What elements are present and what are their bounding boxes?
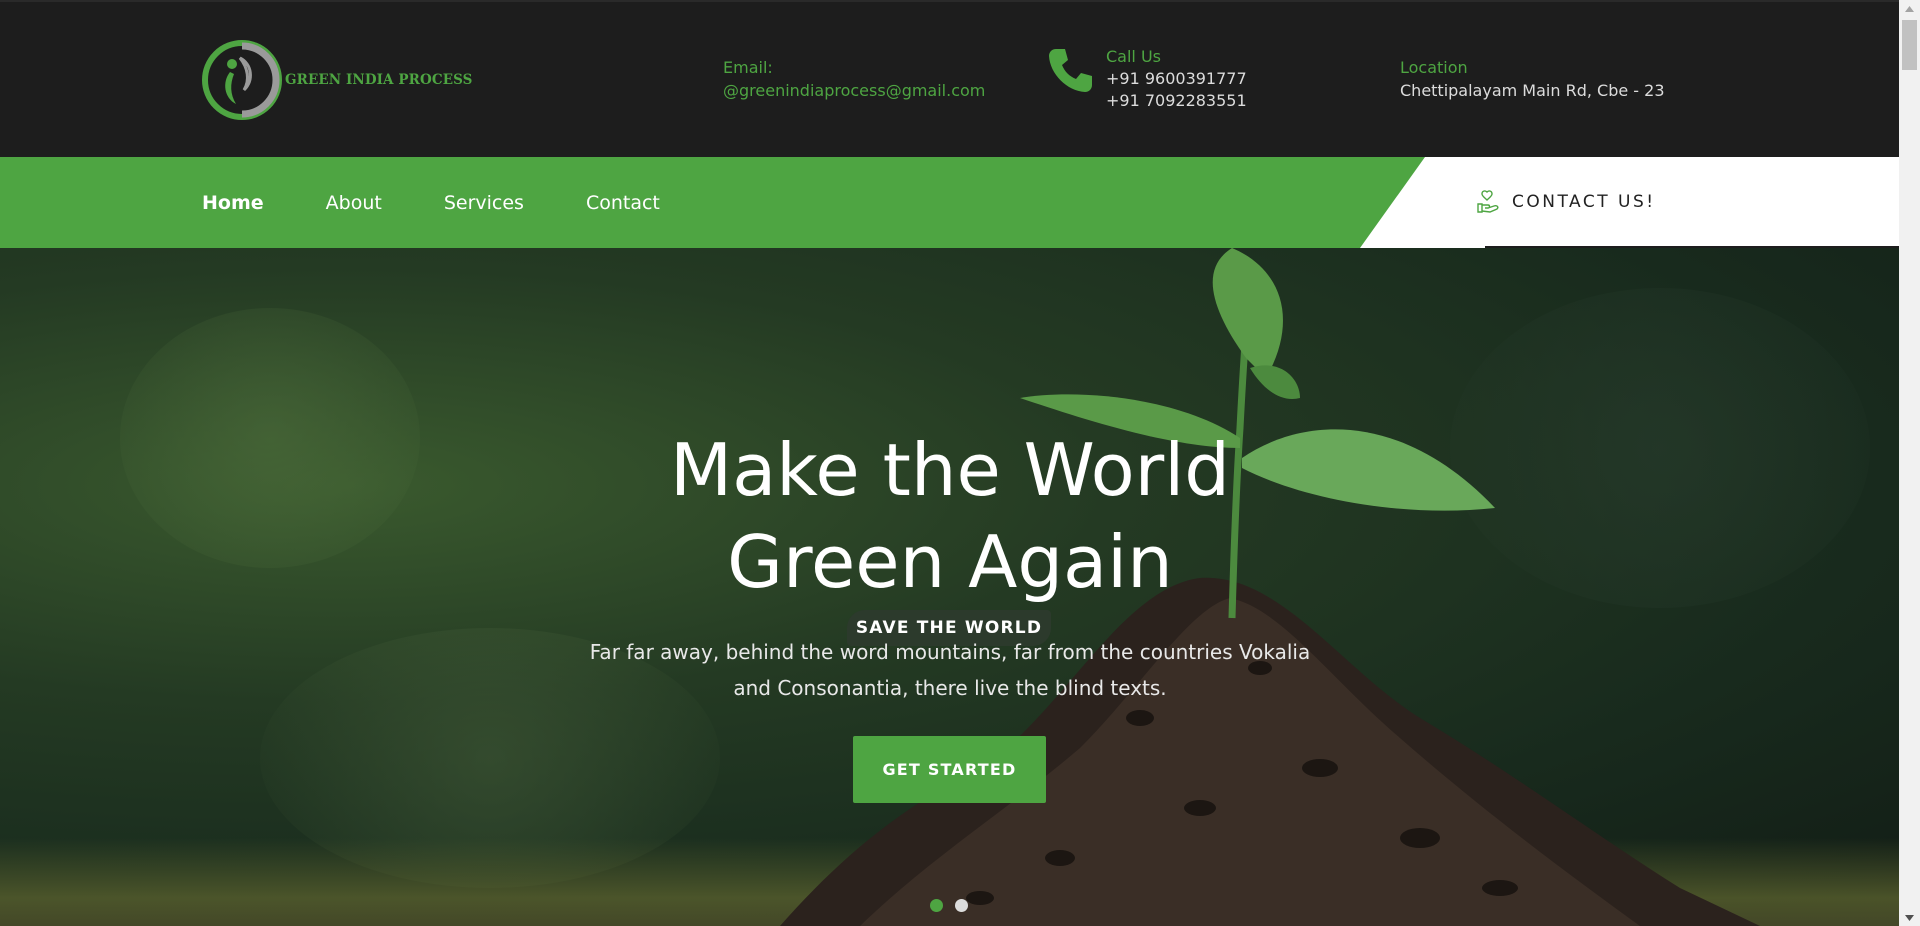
hero-headline: Make the World Green Again bbox=[560, 424, 1340, 608]
leaf-person-logo-icon bbox=[202, 40, 282, 120]
call-label: Call Us bbox=[1106, 47, 1161, 66]
hero-subtext: Far far away, behind the word mountains,… bbox=[570, 634, 1330, 706]
page-scrollbar[interactable] bbox=[1899, 0, 1920, 926]
scroll-up-arrow-icon[interactable] bbox=[1899, 0, 1920, 17]
brand-name: GREEN INDIA PROCESS bbox=[285, 72, 473, 88]
slide-dot-2[interactable] bbox=[955, 899, 968, 912]
top-info-bar: GREEN INDIA PROCESS Email: @greenindiapr… bbox=[0, 0, 1899, 157]
location-label: Location bbox=[1400, 58, 1468, 77]
email-info: Email: @greenindiaprocess@gmail.com bbox=[723, 56, 985, 102]
get-started-button[interactable]: GET STARTED bbox=[853, 736, 1046, 803]
scroll-down-arrow-icon[interactable] bbox=[1899, 909, 1920, 926]
scroll-thumb[interactable] bbox=[1902, 20, 1917, 70]
slider-dots bbox=[930, 899, 980, 912]
call-info: Call Us +91 9600391777 +91 7092283551 bbox=[1106, 45, 1247, 112]
contact-us-label: CONTACT US! bbox=[1512, 192, 1656, 212]
brand-logo[interactable]: GREEN INDIA PROCESS bbox=[200, 37, 473, 123]
slide-dot-1[interactable] bbox=[930, 899, 943, 912]
headline-line-2: Green Again bbox=[727, 520, 1173, 604]
nav-item-about[interactable]: About bbox=[326, 192, 382, 214]
email-label: Email: bbox=[723, 58, 773, 77]
subtext-line-2: and Consonantia, there live the blind te… bbox=[733, 676, 1167, 700]
nav-item-services[interactable]: Services bbox=[444, 192, 524, 214]
phone-number-1[interactable]: +91 9600391777 bbox=[1106, 68, 1247, 90]
location-value: Chettipalayam Main Rd, Cbe - 23 bbox=[1400, 81, 1665, 100]
nav-links: Home About Services Contact bbox=[202, 157, 722, 248]
hand-heart-icon bbox=[1477, 190, 1499, 213]
location-info: Location Chettipalayam Main Rd, Cbe - 23 bbox=[1400, 56, 1665, 102]
phone-number-2[interactable]: +91 7092283551 bbox=[1106, 90, 1247, 112]
phone-icon bbox=[1049, 49, 1092, 92]
email-value[interactable]: @greenindiaprocess@gmail.com bbox=[723, 79, 985, 102]
contact-us-button[interactable]: CONTACT US! bbox=[1476, 186, 1656, 218]
nav-item-home[interactable]: Home bbox=[202, 192, 264, 214]
nav-item-contact[interactable]: Contact bbox=[586, 192, 660, 214]
subtext-line-1: Far far away, behind the word mountains,… bbox=[589, 640, 1311, 664]
headline-line-1: Make the World bbox=[670, 428, 1230, 512]
